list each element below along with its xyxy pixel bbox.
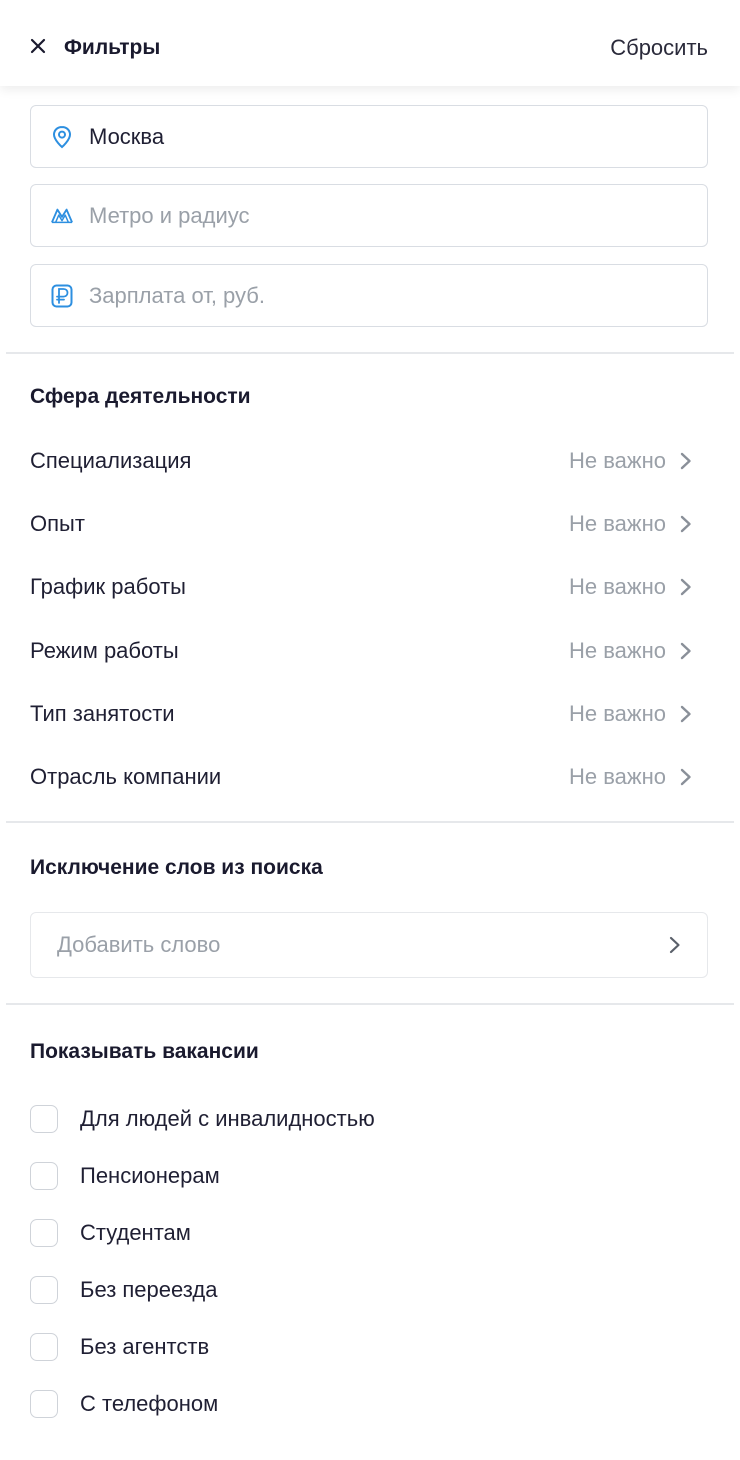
row-value: Не важно: [568, 574, 666, 599]
row-schedule[interactable]: График работы Не важно: [30, 567, 708, 607]
row-industry[interactable]: Отрасль компании Не важно: [30, 757, 708, 797]
exclude-section-title: Исключение слов из поиска: [30, 856, 323, 879]
checkbox[interactable]: [30, 1219, 58, 1247]
checkbox[interactable]: [30, 1276, 58, 1304]
checkbox-no-relocation[interactable]: Без переезда: [30, 1273, 217, 1307]
reset-button[interactable]: Сбросить: [610, 35, 708, 61]
row-specialization[interactable]: Специализация Не важно: [30, 441, 708, 481]
row-label: Специализация: [30, 448, 192, 473]
row-label: График работы: [30, 574, 186, 599]
row-value: Не важно: [568, 638, 666, 663]
close-button[interactable]: [30, 32, 58, 64]
checkbox[interactable]: [30, 1162, 58, 1190]
close-icon: [30, 38, 46, 59]
chevron-right-icon: [678, 704, 694, 724]
checkbox-label: Пенсионерам: [80, 1163, 220, 1188]
row-work-mode[interactable]: Режим работы Не важно: [30, 631, 708, 671]
metro-field[interactable]: Метро и радиус: [30, 184, 708, 247]
checkbox-label: Студентам: [80, 1220, 191, 1245]
location-pin-icon: [51, 125, 73, 149]
checkbox-label: Для людей с инвалидностью: [80, 1106, 375, 1131]
checkbox-label: С телефоном: [80, 1391, 219, 1416]
city-value: Москва: [89, 123, 165, 149]
show-vacancies-section-title: Показывать вакансии: [30, 1040, 259, 1063]
ruble-icon: [51, 284, 73, 308]
divider: [6, 1003, 734, 1005]
row-label: Тип занятости: [30, 701, 175, 726]
chevron-right-icon: [678, 767, 694, 787]
chevron-right-icon: [678, 451, 694, 471]
row-value: Не важно: [568, 764, 666, 789]
checkbox-students[interactable]: Студентам: [30, 1216, 191, 1250]
checkbox[interactable]: [30, 1333, 58, 1361]
chevron-right-icon: [667, 935, 683, 955]
row-value: Не важно: [568, 511, 666, 536]
checkbox-no-agencies[interactable]: Без агентств: [30, 1330, 209, 1364]
divider: [6, 821, 734, 823]
checkbox-disabilities[interactable]: Для людей с инвалидностью: [30, 1102, 375, 1136]
checkbox-with-phone[interactable]: С телефоном: [30, 1387, 218, 1421]
chevron-right-icon: [678, 577, 694, 597]
row-experience[interactable]: Опыт Не важно: [30, 504, 708, 544]
row-employment-type[interactable]: Тип занятости Не важно: [30, 694, 708, 734]
metro-placeholder: Метро и радиус: [89, 202, 250, 228]
add-word-field[interactable]: Добавить слово: [30, 912, 708, 978]
salary-field[interactable]: Зарплата от, руб.: [30, 264, 708, 327]
city-field[interactable]: Москва: [30, 105, 708, 168]
checkbox-label: Без агентств: [80, 1334, 210, 1359]
chevron-right-icon: [678, 514, 694, 534]
row-value: Не важно: [568, 701, 666, 726]
checkbox[interactable]: [30, 1105, 58, 1133]
checkbox-label: Без переезда: [80, 1277, 218, 1302]
checkbox-pensioners[interactable]: Пенсионерам: [30, 1159, 220, 1193]
add-word-placeholder: Добавить слово: [57, 932, 221, 957]
row-label: Опыт: [30, 511, 85, 536]
metro-icon: [51, 204, 73, 228]
filters-header: Фильтры Сбросить: [0, 0, 740, 86]
activity-section-title: Сфера деятельности: [30, 385, 251, 408]
row-label: Режим работы: [30, 638, 179, 663]
salary-placeholder: Зарплата от, руб.: [89, 282, 265, 308]
row-value: Не важно: [568, 448, 666, 473]
row-label: Отрасль компании: [30, 764, 222, 789]
chevron-right-icon: [678, 641, 694, 661]
checkbox[interactable]: [30, 1390, 58, 1418]
divider: [6, 352, 734, 354]
page-title: Фильтры: [64, 36, 161, 59]
